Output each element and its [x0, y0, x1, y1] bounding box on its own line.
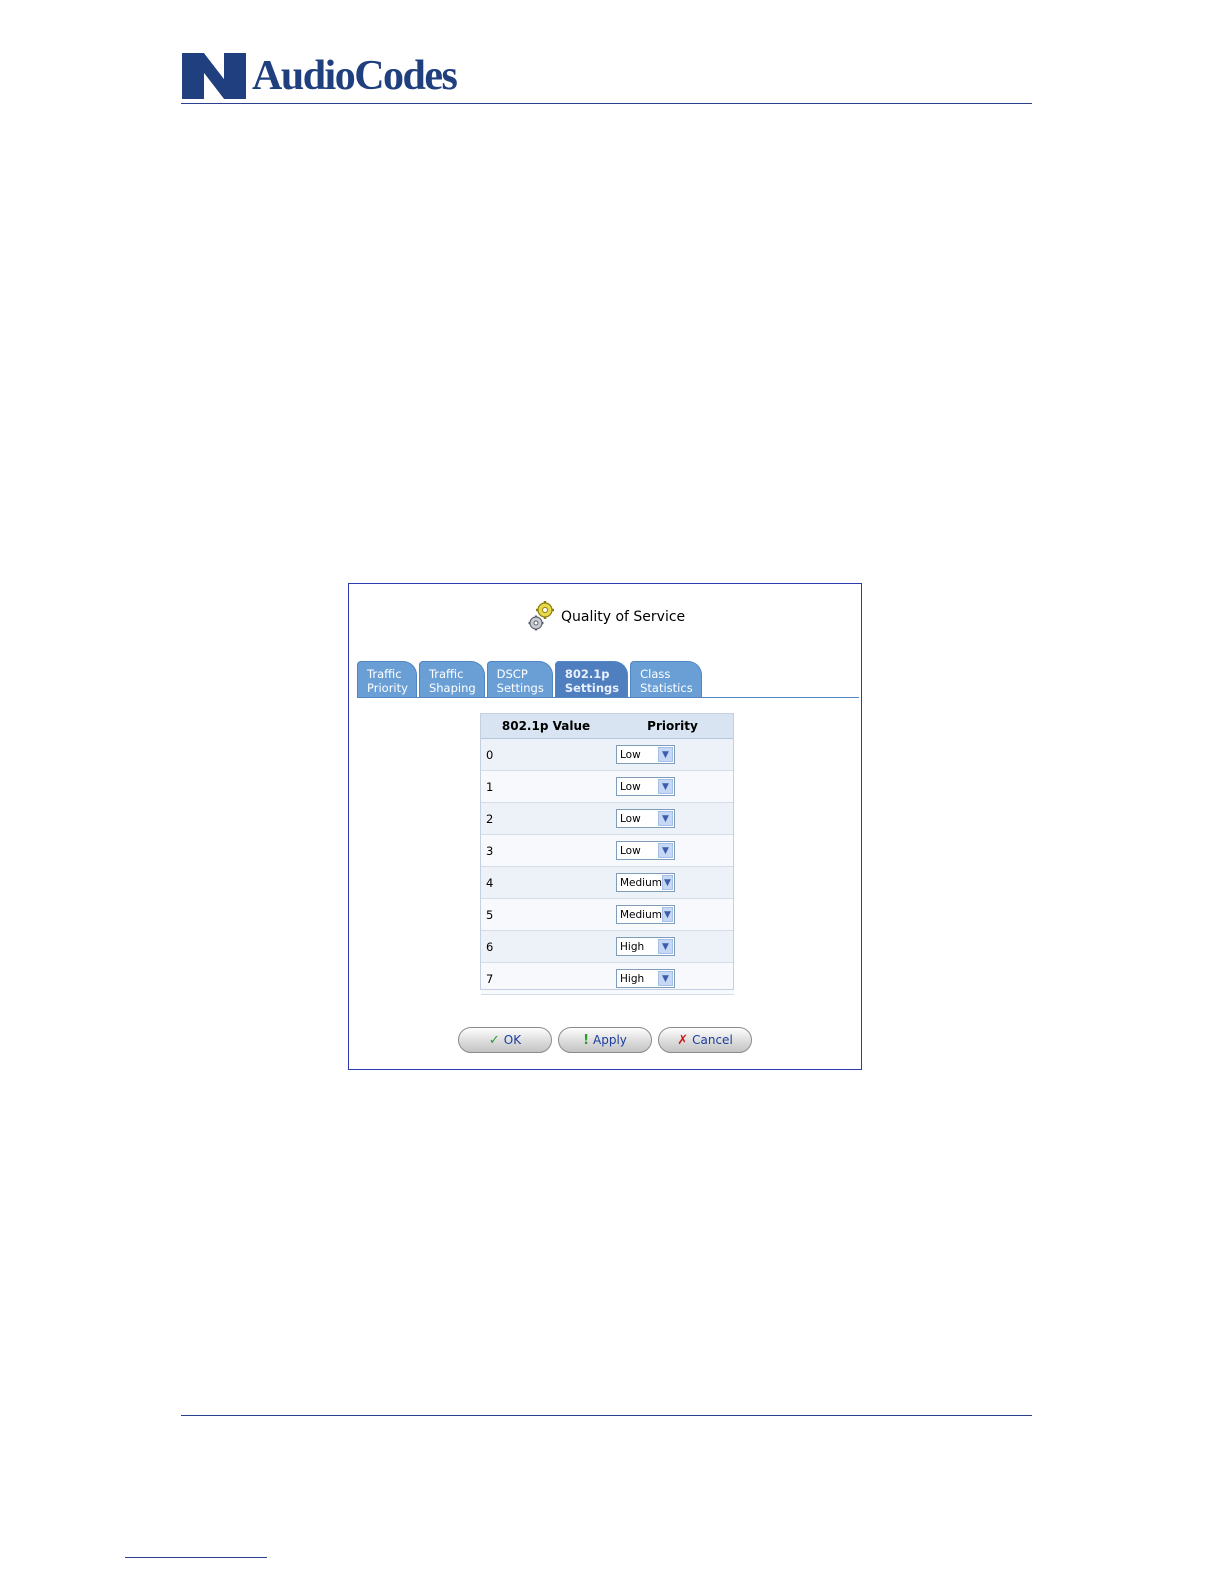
priority-select-value: Medium: [620, 908, 662, 921]
tab-bar-rule: [357, 697, 859, 698]
tab-dscp-settings[interactable]: DSCP Settings: [486, 661, 553, 697]
table-row: 0 Low ▼: [481, 738, 734, 771]
apply-button[interactable]: ! Apply: [558, 1027, 652, 1053]
tab-traffic-shaping[interactable]: Traffic Shaping: [418, 661, 485, 697]
column-header-value: 802.1p Value: [481, 713, 611, 739]
tab-label-line1: DSCP: [496, 667, 528, 681]
priority-select[interactable]: High ▼: [616, 969, 675, 988]
tab-label-line2: Shaping: [428, 681, 476, 695]
ok-button[interactable]: ✓ OK: [458, 1027, 552, 1053]
priority-select-value: Low: [620, 748, 641, 761]
page-title-text: Quality of Service: [561, 609, 686, 625]
tab-label-line1: Class: [640, 667, 671, 681]
chevron-down-icon[interactable]: ▼: [658, 747, 673, 762]
tab-label-line2: Priority: [367, 681, 408, 695]
tab-label-line1: Traffic: [428, 667, 464, 681]
chevron-down-icon[interactable]: ▼: [658, 811, 673, 826]
table-row: 4 Medium ▼: [481, 866, 734, 899]
priority-cell: Medium ▼: [611, 898, 734, 931]
header-rule: [181, 103, 1032, 104]
chevron-down-icon[interactable]: ▼: [658, 939, 673, 954]
ok-button-label: OK: [503, 1033, 522, 1047]
table-row: 6 High ▼: [481, 930, 734, 963]
tab-bar: Traffic Priority Traffic Shaping DSCP Se…: [357, 661, 702, 697]
tab-label-line2: Settings: [496, 681, 544, 695]
value-cell: 7: [481, 962, 611, 995]
priority-select[interactable]: High ▼: [616, 937, 675, 956]
priority-select[interactable]: Low ▼: [616, 841, 675, 860]
priority-cell: Medium ▼: [611, 866, 734, 899]
priority-cell: High ▼: [611, 930, 734, 963]
priority-cell: High ▼: [611, 962, 734, 995]
table-row: 1 Low ▼: [481, 770, 734, 803]
priority-select[interactable]: Low ▼: [616, 777, 675, 796]
value-cell: 4: [481, 866, 611, 899]
priority-select-value: Low: [620, 844, 641, 857]
priority-cell: Low ▼: [611, 802, 734, 835]
value-cell: 3: [481, 834, 611, 867]
tab-class-statistics[interactable]: Class Statistics: [630, 661, 702, 697]
tab-label-line1: 802.1p: [564, 667, 610, 681]
value-cell: 2: [481, 802, 611, 835]
x-icon: ✗: [677, 1032, 689, 1048]
tab-label-line2: Settings: [564, 681, 620, 695]
value-cell: 1: [481, 770, 611, 803]
chevron-down-icon[interactable]: ▼: [658, 971, 673, 986]
tab-traffic-priority[interactable]: Traffic Priority: [357, 661, 417, 697]
priority-select-value: High: [620, 940, 645, 953]
footnote-rule: [125, 1557, 267, 1558]
priority-table: 802.1p Value Priority 0 Low ▼ 1 Low ▼ 2 …: [481, 713, 734, 995]
button-bar: ✓ OK ! Apply ✗ Cancel: [458, 1027, 752, 1053]
logo-text: AudioCodes: [252, 53, 458, 99]
footer-rule: [181, 1415, 1032, 1416]
priority-cell: Low ▼: [611, 770, 734, 803]
cancel-button-label: Cancel: [692, 1033, 733, 1047]
table-row: 3 Low ▼: [481, 834, 734, 867]
table-header-row: 802.1p Value Priority: [481, 713, 734, 739]
check-icon: ✓: [488, 1032, 500, 1048]
table-row: 2 Low ▼: [481, 802, 734, 835]
exclamation-icon: !: [583, 1032, 590, 1048]
chevron-down-icon[interactable]: ▼: [662, 875, 673, 890]
priority-select[interactable]: Medium ▼: [616, 905, 675, 924]
chevron-down-icon[interactable]: ▼: [658, 779, 673, 794]
priority-select[interactable]: Low ▼: [616, 745, 675, 764]
audiocodes-logo-icon: [182, 53, 246, 99]
priority-cell: Low ▼: [611, 834, 734, 867]
qos-screenshot-frame: Quality of Service Traffic Priority Traf…: [348, 583, 862, 1070]
priority-select-value: Low: [620, 780, 641, 793]
priority-cell: Low ▼: [611, 738, 734, 771]
priority-select[interactable]: Low ▼: [616, 809, 675, 828]
tab-label-line1: Traffic: [367, 667, 402, 681]
table-row: 5 Medium ▼: [481, 898, 734, 931]
value-cell: 5: [481, 898, 611, 931]
value-cell: 0: [481, 738, 611, 771]
priority-select-value: Low: [620, 812, 641, 825]
tab-label-line2: Statistics: [640, 681, 693, 695]
priority-select[interactable]: Medium ▼: [616, 873, 675, 892]
audiocodes-logo: AudioCodes: [182, 52, 458, 100]
page-title: Quality of Service: [525, 600, 685, 634]
apply-button-label: Apply: [593, 1033, 627, 1047]
cancel-button[interactable]: ✗ Cancel: [658, 1027, 752, 1053]
tab-8021p-settings[interactable]: 802.1p Settings: [554, 661, 629, 697]
gears-icon: [528, 601, 554, 631]
chevron-down-icon[interactable]: ▼: [658, 843, 673, 858]
priority-select-value: Medium: [620, 876, 662, 889]
priority-select-value: High: [620, 972, 645, 985]
value-cell: 6: [481, 930, 611, 963]
column-header-priority: Priority: [611, 713, 734, 739]
table-row: 7 High ▼: [481, 962, 734, 995]
chevron-down-icon[interactable]: ▼: [662, 907, 673, 922]
